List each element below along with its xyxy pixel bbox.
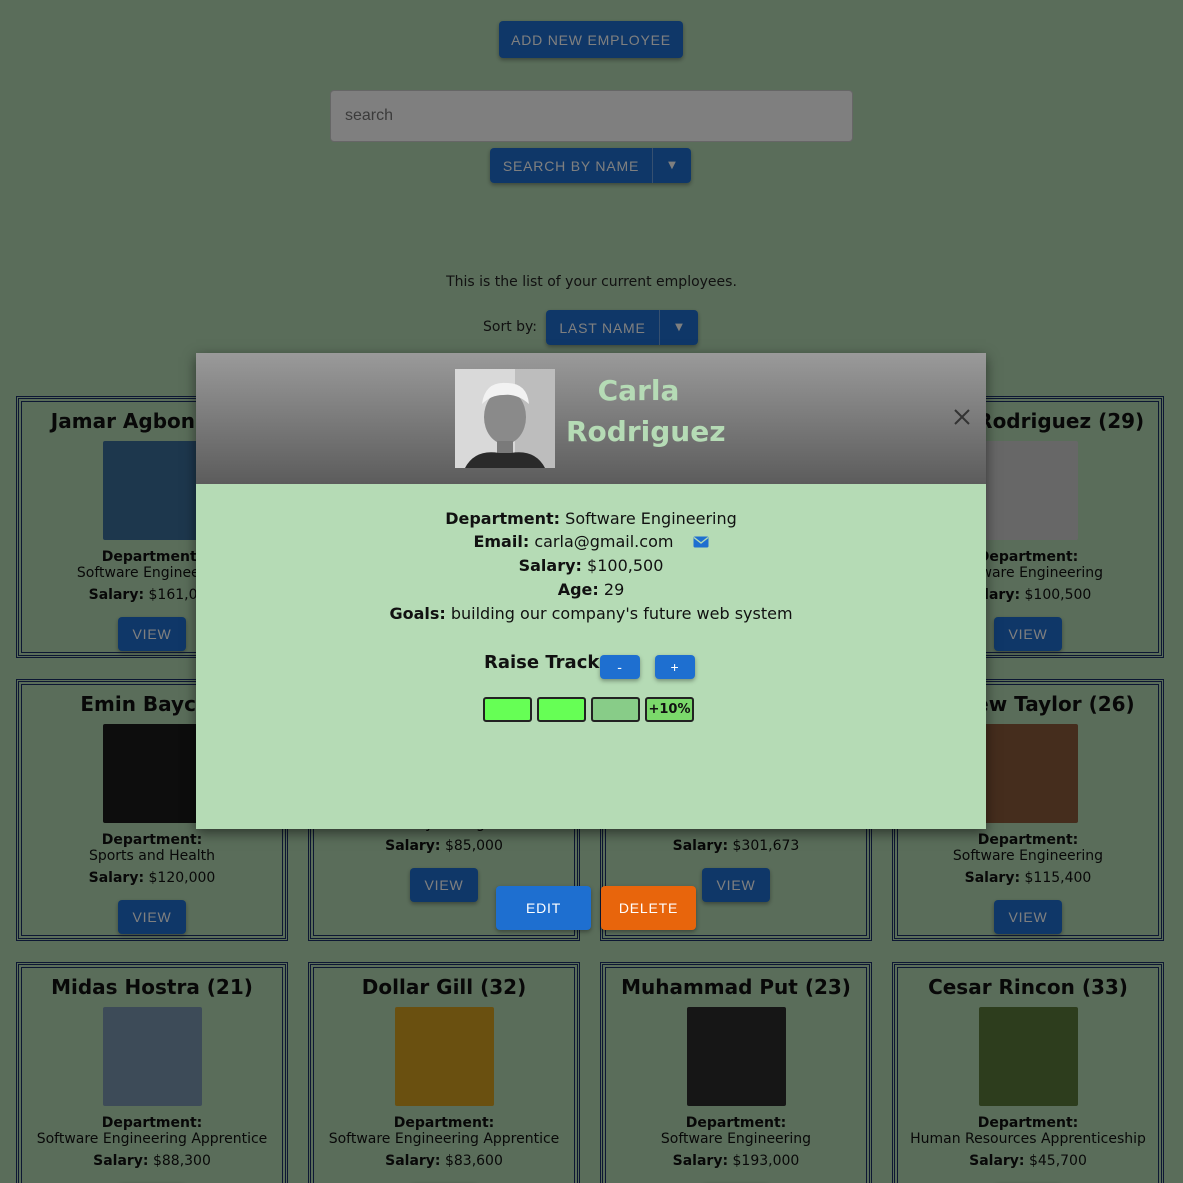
department-value: Software Engineering — [565, 509, 737, 528]
modal-salary-line: Salary: $100,500 — [196, 556, 986, 575]
raise-track-step — [483, 697, 532, 722]
goals-value: building our company's future web system — [450, 604, 793, 623]
goals-label: Goals: — [389, 604, 446, 623]
raise-track-step — [537, 697, 586, 722]
modal-email-line: Email: carla@gmail.com — [196, 532, 986, 551]
last-name: Rodriguez — [566, 415, 726, 448]
raise-track-label: Raise Track: — [484, 652, 607, 673]
email-label: Email: — [473, 532, 530, 551]
edit-button[interactable]: EDIT — [496, 886, 591, 930]
age-label: Age: — [557, 580, 599, 599]
raise-track-step: +10% — [645, 697, 694, 722]
raise-increase-button[interactable]: + — [655, 655, 695, 679]
close-icon[interactable] — [950, 405, 974, 429]
first-name: Carla — [597, 374, 680, 407]
salary-value: $100,500 — [587, 556, 664, 575]
employee-modal: Carla Rodriguez Department: Software Eng… — [196, 353, 986, 930]
delete-button[interactable]: DELETE — [601, 886, 696, 930]
modal-body: Department: Software Engineering Email: … — [196, 484, 986, 930]
department-label: Department: — [445, 509, 561, 528]
age-value: 29 — [603, 580, 625, 599]
mail-icon[interactable] — [693, 536, 709, 548]
modal-header: Carla Rodriguez — [196, 353, 986, 484]
salary-label: Salary: — [518, 556, 582, 575]
modal-goals-line: Goals: building our company's future web… — [196, 604, 986, 623]
employee-photo — [455, 369, 555, 468]
modal-employee-name: Carla Rodriguez — [566, 370, 726, 452]
modal-age-line: Age: 29 — [196, 580, 986, 599]
raise-decrease-button[interactable]: - — [600, 655, 640, 679]
email-value: carla@gmail.com — [534, 532, 674, 551]
raise-track-step — [591, 697, 640, 722]
modal-department-line: Department: Software Engineering — [196, 509, 986, 528]
